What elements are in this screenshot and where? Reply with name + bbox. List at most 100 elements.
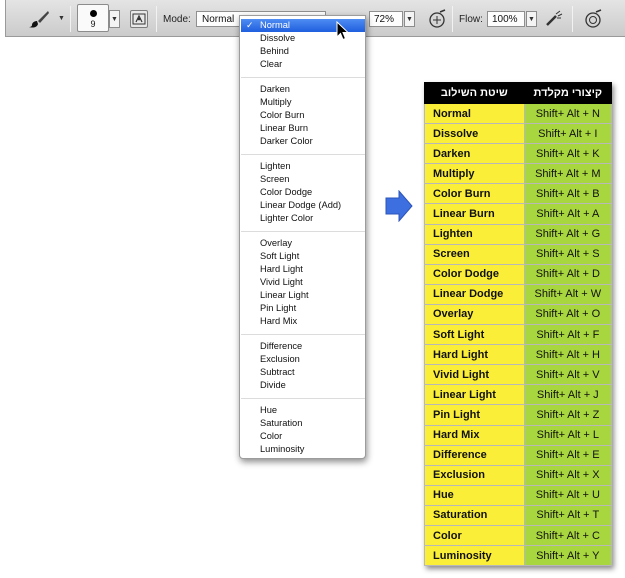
menu-item[interactable]: Color Burn <box>241 109 365 122</box>
shortcut-cell: Shift+ Alt + Y <box>523 545 613 567</box>
menu-item-label: Linear Burn <box>260 123 309 133</box>
brush-icon[interactable] <box>28 9 50 29</box>
menu-item-label: Color <box>260 431 283 441</box>
pressure-opacity-icon[interactable] <box>427 9 447 29</box>
shortcut-cell: Shift+ Alt + M <box>523 163 613 185</box>
shortcut-cell: Shift+ Alt + Z <box>523 404 613 426</box>
menu-item[interactable]: Difference <box>241 340 365 353</box>
menu-separator <box>241 398 365 399</box>
shortcut-cell: Shift+ Alt + U <box>523 484 613 506</box>
menu-item[interactable]: Exclusion <box>241 353 365 366</box>
blend-mode-cell: Color <box>424 524 525 547</box>
menu-item[interactable]: Linear Dodge (Add) <box>241 199 365 212</box>
table-row: Vivid Light Shift+ Alt + V <box>424 364 613 386</box>
menu-item-label: Screen <box>260 174 290 184</box>
menu-item-label: Clear <box>260 59 283 69</box>
brush-preset-dropdown[interactable]: ▼ <box>109 10 120 28</box>
menu-separator <box>241 334 365 335</box>
menu-item[interactable]: Subtract <box>241 366 365 379</box>
flow-label: Flow: <box>459 14 483 25</box>
flow-slider-toggle[interactable]: ▼ <box>526 11 537 27</box>
menu-item[interactable]: Darker Color <box>241 135 365 148</box>
menu-item[interactable]: Screen <box>241 173 365 186</box>
menu-item[interactable]: Overlay <box>241 237 365 250</box>
pressure-size-icon[interactable] <box>583 9 603 29</box>
table-row: Hue Shift+ Alt + U <box>424 484 613 506</box>
menu-item[interactable]: Behind <box>241 45 365 58</box>
menu-item[interactable]: Luminosity <box>241 443 365 456</box>
airbrush-icon[interactable] <box>544 9 564 29</box>
flow-input[interactable]: 100% <box>487 11 525 27</box>
table-row: Linear Light Shift+ Alt + J <box>424 384 613 406</box>
shortcut-cell: Shift+ Alt + E <box>523 444 613 466</box>
menu-item-label: Darken <box>260 84 290 94</box>
menu-item-label: Color Dodge <box>260 187 313 197</box>
menu-item-label: Hue <box>260 405 278 415</box>
menu-item-label: Vivid Light <box>260 277 303 287</box>
menu-item[interactable]: Multiply <box>241 96 365 109</box>
menu-item[interactable]: Soft Light <box>241 250 365 263</box>
menu-item[interactable]: Color <box>241 430 365 443</box>
shortcut-cell: Shift+ Alt + I <box>523 123 613 145</box>
shortcut-cell: Shift+ Alt + T <box>523 504 613 526</box>
blend-mode-cell: Darken <box>424 143 525 165</box>
menu-item-label: Hard Light <box>260 264 303 274</box>
table-body: Normal Shift+ Alt + N Dissolve Shift+ Alt +… <box>424 102 613 567</box>
menu-item-label: Lighten <box>260 161 291 171</box>
blend-mode-cell: Overlay <box>424 303 525 326</box>
shortcut-cell: Shift+ Alt + J <box>523 384 613 406</box>
blend-mode-cell: Hue <box>424 484 525 506</box>
shortcut-cell: Shift+ Alt + W <box>523 283 613 305</box>
menu-item[interactable]: Lighten <box>241 160 365 173</box>
table-row: Difference Shift+ Alt + E <box>424 444 613 466</box>
opacity-input[interactable]: 72% <box>369 11 403 27</box>
menu-item[interactable]: Linear Burn <box>241 122 365 135</box>
menu-item[interactable]: Clear <box>241 58 365 71</box>
menu-item-label: Darker Color <box>260 136 313 146</box>
table-row: Color Shift+ Alt + C <box>424 524 613 547</box>
menu-item[interactable]: Saturation <box>241 417 365 430</box>
menu-item[interactable]: Hard Mix <box>241 315 365 328</box>
blend-mode-cell: Linear Dodge <box>424 283 525 305</box>
menu-item[interactable]: Vivid Light <box>241 276 365 289</box>
menu-item-label: Luminosity <box>260 444 305 454</box>
blend-mode-cell: Dissolve <box>424 123 525 145</box>
menu-item-label: Color Burn <box>260 110 305 120</box>
menu-item[interactable]: Hard Light <box>241 263 365 276</box>
blend-mode-cell: Lighten <box>424 223 525 245</box>
shortcut-cell: Shift+ Alt + O <box>523 303 613 326</box>
brush-tip-icon <box>90 10 97 17</box>
header-blend-mode: שיטת השילוב <box>424 82 525 104</box>
blend-mode-cell: Vivid Light <box>424 364 525 386</box>
shortcut-cell: Shift+ Alt + C <box>523 524 613 547</box>
brush-panel-icon[interactable] <box>130 10 148 28</box>
shortcut-cell: Shift+ Alt + S <box>523 243 613 265</box>
menu-item[interactable]: Hue <box>241 404 365 417</box>
header-shortcut: קיצורי מקלדת <box>523 82 613 104</box>
menu-item-label: Saturation <box>260 418 303 428</box>
menu-item-label: Soft Light <box>260 251 300 261</box>
tool-preset-arrow-icon[interactable]: ▼ <box>58 15 65 22</box>
menu-item[interactable]: Color Dodge <box>241 186 365 199</box>
menu-separator <box>241 154 365 155</box>
brush-preset-picker[interactable]: 9 <box>77 4 109 32</box>
toolbar-separator <box>156 6 157 32</box>
menu-item[interactable]: Divide <box>241 379 365 392</box>
menu-item[interactable]: Linear Light <box>241 289 365 302</box>
blend-mode-menu: ✓ Normal Dissolve Behind Clear Darken Multiply… <box>239 15 366 459</box>
opacity-slider-toggle[interactable]: ▼ <box>404 11 415 27</box>
blend-mode-cell: Exclusion <box>424 464 525 486</box>
table-row: Exclusion Shift+ Alt + X <box>424 464 613 486</box>
blend-mode-cell: Soft Light <box>424 324 525 346</box>
menu-item[interactable]: Lighter Color <box>241 212 365 225</box>
menu-item-label: Hard Mix <box>260 316 298 326</box>
menu-item[interactable]: Pin Light <box>241 302 365 315</box>
table-row: Linear Burn Shift+ Alt + A <box>424 203 613 225</box>
toolbar-separator <box>452 6 453 32</box>
right-arrow-icon <box>385 190 413 222</box>
shortcut-cell: Shift+ Alt + X <box>523 464 613 486</box>
checkmark-icon: ✓ <box>246 20 254 30</box>
menu-item[interactable]: Darken <box>241 83 365 96</box>
table-row: Hard Mix Shift+ Alt + L <box>424 424 613 446</box>
table-row: Overlay Shift+ Alt + O <box>424 303 613 326</box>
